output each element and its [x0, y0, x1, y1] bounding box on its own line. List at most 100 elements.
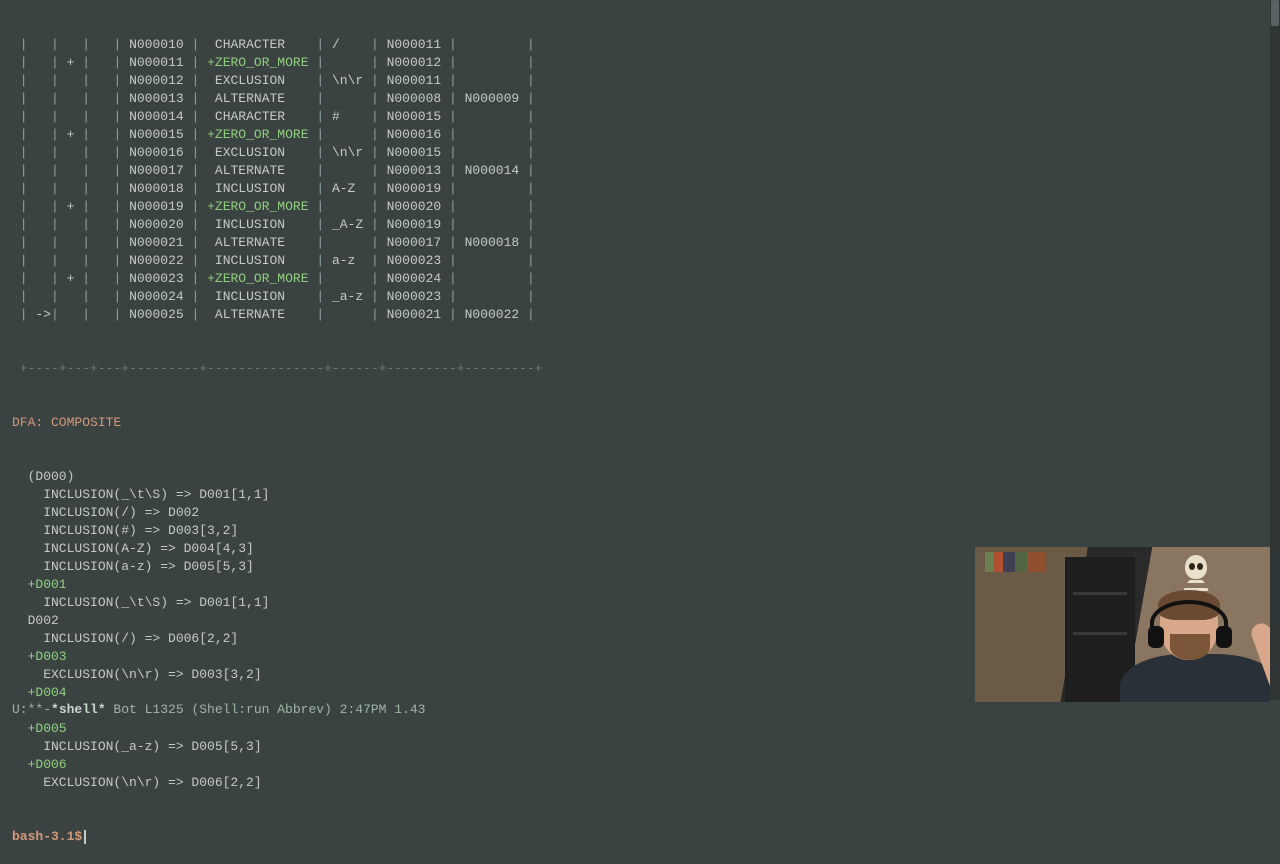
cell: N000021: [121, 235, 191, 250]
cell: N000012: [121, 73, 191, 88]
cell: [28, 37, 51, 52]
cell: N000024: [379, 271, 449, 286]
cell: N000011: [379, 37, 449, 52]
cell: N000009: [457, 91, 527, 106]
cell: [59, 289, 82, 304]
cell: [90, 91, 113, 106]
pipe-separator: |: [51, 55, 59, 70]
pipe-separator: |: [449, 145, 457, 160]
modeline-buffer: *shell*: [51, 702, 106, 717]
pipe-separator: |: [51, 127, 59, 142]
pipe-separator: |: [371, 145, 379, 160]
scrollbar[interactable]: [1270, 0, 1280, 700]
pipe-separator: |: [316, 91, 324, 106]
cell: [59, 91, 82, 106]
table-row: | | | | N000013 | ALTERNATE | | N000008 …: [12, 90, 1280, 108]
pipe-separator: |: [527, 73, 535, 88]
cell: ->: [28, 307, 51, 322]
pipe-separator: |: [449, 217, 457, 232]
pipe-separator: |: [449, 91, 457, 106]
pipe-separator: |: [449, 55, 457, 70]
pipe-separator: |: [371, 163, 379, 178]
cell: N000019: [379, 217, 449, 232]
pipe-separator: |: [82, 199, 90, 214]
pipe-separator: |: [527, 163, 535, 178]
cell: N000017: [379, 235, 449, 250]
cell: [324, 91, 371, 106]
books-icon: [985, 552, 1045, 572]
cell: [90, 73, 113, 88]
pipe-separator: |: [316, 199, 324, 214]
pipe-separator: |: [371, 235, 379, 250]
table-divider: +----+---+---+---------+---------------+…: [12, 360, 1280, 378]
cell: [28, 73, 51, 88]
cell: +: [59, 55, 82, 70]
cell: N000020: [121, 217, 191, 232]
cell: N000023: [379, 253, 449, 268]
pipe-separator: |: [371, 289, 379, 304]
terminal-output[interactable]: | | | | N000010 | CHARACTER | / | N00001…: [0, 0, 1280, 864]
scrollbar-thumb[interactable]: [1271, 0, 1279, 26]
cell: N000011: [379, 73, 449, 88]
cell: N000014: [457, 163, 527, 178]
pipe-separator: |: [82, 55, 90, 70]
dfa-line: INCLUSION(/) => D002: [12, 504, 1280, 522]
cell: [59, 253, 82, 268]
pipe-separator: |: [51, 181, 59, 196]
pipe-separator: |: [51, 73, 59, 88]
cell: [28, 55, 51, 70]
pipe-separator: |: [527, 91, 535, 106]
cell: [90, 253, 113, 268]
cell: [59, 181, 82, 196]
pipe-separator: |: [371, 55, 379, 70]
table-row: | | + | | N000011 | +ZERO_OR_MORE | | N0…: [12, 54, 1280, 72]
pipe-separator: |: [51, 271, 59, 286]
cell: [59, 145, 82, 160]
pipe-separator: |: [527, 145, 535, 160]
pipe-separator: |: [371, 73, 379, 88]
pipe-separator: |: [371, 109, 379, 124]
cell: +: [59, 271, 82, 286]
table-row: | | + | | N000019 | +ZERO_OR_MORE | | N0…: [12, 198, 1280, 216]
cell: N000008: [379, 91, 449, 106]
table-row: | | | | N000020 | INCLUSION | _A-Z | N00…: [12, 216, 1280, 234]
cell: [90, 289, 113, 304]
cell: [457, 271, 527, 286]
shell-prompt-line[interactable]: bash-3.1$: [12, 828, 1280, 846]
table-row: | | | | N000021 | ALTERNATE | | N000017 …: [12, 234, 1280, 252]
cell: N000015: [121, 127, 191, 142]
cell: N000019: [379, 181, 449, 196]
cell: ALTERNATE: [199, 91, 316, 106]
cell: _A-Z: [324, 217, 371, 232]
cell: N000022: [457, 307, 527, 322]
pipe-separator: |: [316, 235, 324, 250]
cell: N000021: [379, 307, 449, 322]
cell: CHARACTER: [199, 37, 316, 52]
pipe-separator: |: [12, 127, 28, 142]
cell: [457, 181, 527, 196]
cell: [90, 181, 113, 196]
modeline-info: Bot L1325 (Shell:run Abbrev) 2:47PM 1.43: [106, 702, 426, 717]
table-row: | | | | N000012 | EXCLUSION | \n\r | N00…: [12, 72, 1280, 90]
pipe-separator: |: [449, 253, 457, 268]
cell: [59, 73, 82, 88]
cell: [457, 199, 527, 214]
cell: [59, 109, 82, 124]
cell: [457, 289, 527, 304]
table-row: | | | | N000014 | CHARACTER | # | N00001…: [12, 108, 1280, 126]
cell: [90, 109, 113, 124]
cell: N000016: [121, 145, 191, 160]
pipe-separator: |: [371, 271, 379, 286]
cell: N000024: [121, 289, 191, 304]
pipe-separator: |: [12, 73, 28, 88]
cell: [28, 181, 51, 196]
cell: N000019: [121, 199, 191, 214]
pipe-separator: |: [527, 55, 535, 70]
cell: N000017: [121, 163, 191, 178]
cell: N000013: [379, 163, 449, 178]
pipe-separator: |: [51, 307, 59, 322]
cell: N000015: [379, 109, 449, 124]
pipe-separator: |: [449, 181, 457, 196]
pipe-separator: |: [12, 37, 28, 52]
pipe-separator: |: [51, 109, 59, 124]
